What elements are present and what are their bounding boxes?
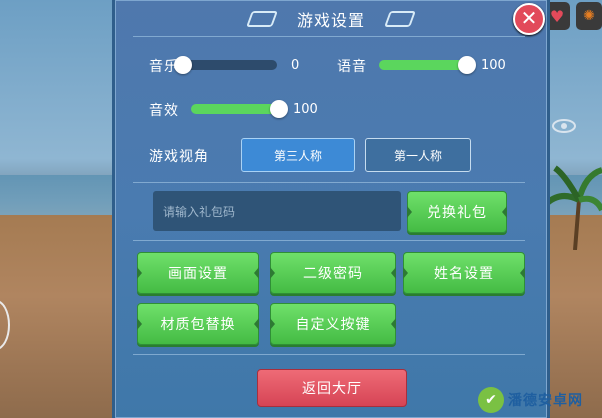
custom-keys-button[interactable]: 自定义按键 xyxy=(270,303,396,345)
watermark-logo-icon: ✔ xyxy=(478,387,504,413)
view-option-label: 第三人称 xyxy=(273,148,322,163)
sun-button[interactable]: ✺ xyxy=(576,2,602,30)
redeem-gift-label: 兑换礼包 xyxy=(427,205,487,221)
music-value: 0 xyxy=(291,58,300,73)
graphics-settings-button[interactable]: 画面设置 xyxy=(137,252,259,294)
gift-code-input[interactable]: 请输入礼包码 xyxy=(153,191,401,231)
sfx-slider-fill xyxy=(191,104,279,114)
view-option-third-person[interactable]: 第三人称 xyxy=(241,138,355,172)
sun-icon: ✺ xyxy=(583,8,595,24)
voice-slider-fill xyxy=(379,60,467,70)
voice-label: 语音 xyxy=(337,59,367,75)
title-ornament-left-icon xyxy=(246,11,278,27)
back-to-lobby-label: 返回大厅 xyxy=(302,381,362,397)
eye-icon xyxy=(552,119,576,133)
view-option-label: 第一人称 xyxy=(393,148,442,163)
redeem-gift-button[interactable]: 兑换礼包 xyxy=(407,191,507,233)
divider xyxy=(133,182,525,183)
button-label: 画面设置 xyxy=(168,266,228,282)
button-label: 二级密码 xyxy=(303,266,363,282)
gift-code-placeholder: 请输入礼包码 xyxy=(163,204,236,219)
second-password-button[interactable]: 二级密码 xyxy=(270,252,396,294)
divider xyxy=(133,240,525,241)
sfx-label: 音效 xyxy=(149,103,179,119)
title-bar: 游戏设置 xyxy=(231,6,431,32)
close-icon: ✕ xyxy=(520,6,538,30)
voice-slider[interactable] xyxy=(379,60,467,70)
music-slider-knob[interactable] xyxy=(174,56,192,74)
view-label: 游戏视角 xyxy=(149,149,209,165)
sfx-value: 100 xyxy=(293,102,318,117)
divider xyxy=(133,36,525,37)
voice-slider-knob[interactable] xyxy=(458,56,476,74)
back-to-lobby-button[interactable]: 返回大厅 xyxy=(257,369,407,407)
palm-tree-icon xyxy=(545,165,602,250)
button-label: 姓名设置 xyxy=(434,266,494,282)
texture-pack-button[interactable]: 材质包替换 xyxy=(137,303,259,345)
eye-button[interactable] xyxy=(548,112,580,140)
watermark: ✔ 潘德安卓网 xyxy=(478,382,602,418)
panel-title: 游戏设置 xyxy=(296,11,365,30)
sfx-slider-knob[interactable] xyxy=(270,100,288,118)
divider xyxy=(133,354,525,355)
music-slider[interactable] xyxy=(183,60,277,70)
sfx-slider[interactable] xyxy=(191,104,279,114)
voice-value: 100 xyxy=(481,58,506,73)
close-button[interactable]: ✕ xyxy=(513,3,545,35)
heart-icon: ♥ xyxy=(549,6,565,26)
watermark-text: 潘德安卓网 xyxy=(508,393,583,409)
name-settings-button[interactable]: 姓名设置 xyxy=(403,252,525,294)
button-label: 自定义按键 xyxy=(295,317,371,333)
settings-panel: 游戏设置 ✕ 音乐 0 语音 100 音效 100 游戏视角 第三人称 第一人称… xyxy=(112,0,550,418)
view-option-first-person[interactable]: 第一人称 xyxy=(365,138,471,172)
title-ornament-right-icon xyxy=(384,11,416,27)
button-label: 材质包替换 xyxy=(160,317,236,333)
